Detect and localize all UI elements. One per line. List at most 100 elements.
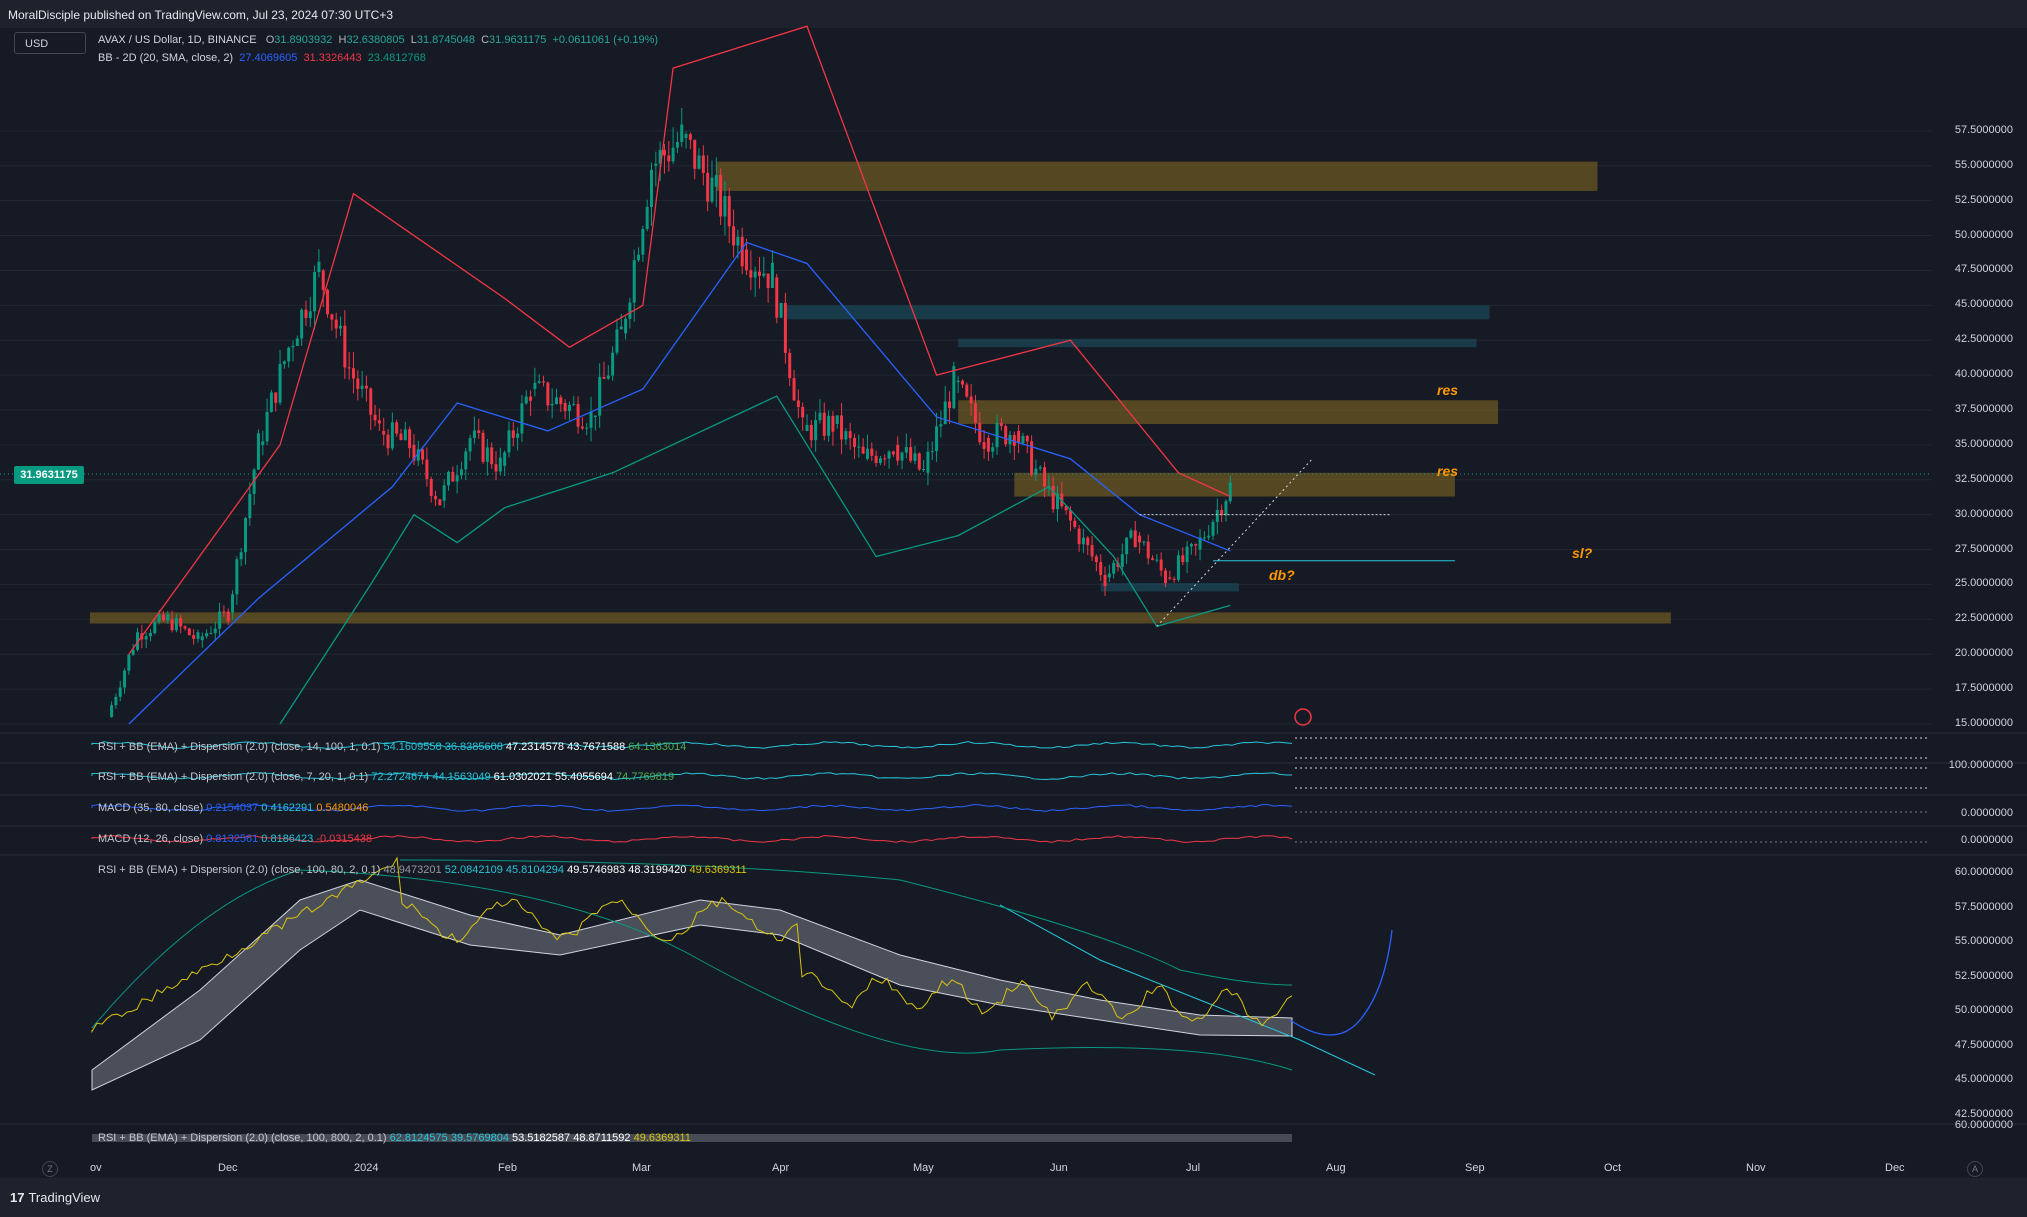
candle-body [226,611,230,622]
candle-body [667,155,671,162]
candle-body [1125,537,1129,555]
candle-body [304,309,308,319]
candle-body [1099,562,1103,576]
candle-body [887,451,891,459]
candle-body [261,441,265,445]
candle-body [161,614,165,621]
candle-body [308,311,312,319]
timezone-button[interactable]: Z [42,1161,58,1177]
candle-body [714,175,718,187]
tradingview-logo[interactable]: 17 TradingView [10,1190,100,1205]
candle-body [982,442,986,449]
rsi3-name[interactable]: RSI + BB (EMA) + Dispersion (2.0) (close… [98,864,380,876]
auto-scale-button[interactable]: A [1967,1161,1983,1177]
candle-body [321,270,325,290]
candle-body [382,430,386,435]
candle-body [429,479,433,496]
candle-body [537,381,541,383]
candle-body [580,426,584,429]
rsi3-v0: 48.9473201 [383,864,442,876]
candle-body [235,559,239,595]
candle-body [364,385,368,389]
candle-body [503,452,507,466]
candle-body [1077,528,1081,545]
annotation-sl: sl? [1572,545,1593,561]
candle-body [520,403,524,434]
candle-body [680,124,684,143]
candle-body [848,431,852,438]
candle-body [295,338,299,346]
candle-body [157,614,161,623]
candle-body [274,392,278,403]
candle-body [455,475,459,482]
candle-body [965,384,969,397]
annotation-db: db? [1269,567,1295,583]
candle-body [403,429,407,441]
candle-body [801,406,805,418]
price-axis-label: 20.0000000 [1954,647,2013,660]
time-axis-label: Aug [1326,1162,1346,1174]
time-axis-label: Apr [772,1162,790,1174]
time-axis[interactable]: ov Dec 2024 Feb Mar Apr May Jun Jul Aug Sep Oct Nov D… [0,1158,2027,1178]
price-chart[interactable] [0,0,2027,1217]
candle-body [896,444,900,461]
rsi4-axis-label: 60.0000000 [1954,1119,2013,1131]
rsi1-name[interactable]: RSI + BB (EMA) + Dispersion (2.0) (close… [98,741,380,753]
candle-body [999,422,1003,427]
last-price-tag: 31.9631175 [14,466,84,484]
candle-body [956,380,960,383]
price-axis-label: 27.5000000 [1954,542,2013,555]
candle-body [1163,570,1167,584]
candle-body [114,696,118,706]
candle-body [490,447,494,465]
candle-body [1159,559,1163,571]
macd1-legend: MACD (35, 80, close) 0.2154037 0.4162291… [98,802,368,814]
candle-body [339,325,343,329]
candle-body [1073,520,1077,527]
chart-grid [0,130,1932,725]
candle-body [1081,537,1085,545]
candle-body [516,433,520,438]
rsi3-axis-label: 45.0000000 [1954,1073,2013,1085]
price-axis-label: 55.0000000 [1954,158,2013,171]
candle-body [606,375,610,379]
candle-body [857,446,861,448]
rsi4-name[interactable]: RSI + BB (EMA) + Dispersion (2.0) (close… [98,1132,387,1144]
rsi4-v4: 48.8711592 [573,1132,631,1144]
rsi2-name[interactable]: RSI + BB (EMA) + Dispersion (2.0) (close… [98,771,368,783]
candle-body [239,552,243,560]
candle-body [878,458,882,463]
price-axis[interactable]: 57.5000000 55.0000000 52.5000000 50.0000000… [1932,28,2027,1158]
time-axis-label: Feb [498,1162,517,1174]
candle-body [844,431,848,440]
zone-rect [716,161,1598,191]
candle-body [796,400,800,407]
candle-body [1194,544,1198,546]
rsi1-v1: 54.1609558 [383,741,442,753]
candle-body [472,430,476,438]
candle-body [650,169,654,207]
candle-body [909,447,913,461]
candle-body [1172,578,1176,580]
candle-body [809,424,813,441]
macd2-name[interactable]: MACD (12, 26, close) [98,833,203,845]
macd2-axis-label: 0.0000000 [1961,834,2013,846]
macd2-legend: MACD (12, 26, close) 0.8132561 0.8186423… [98,833,372,845]
macd1-name[interactable]: MACD (35, 80, close) [98,802,203,814]
candle-body [507,430,511,453]
candle-body [1086,537,1090,546]
candle-body [710,177,714,202]
macd2-v1: 0.8132561 [206,833,259,845]
candle-body [948,401,952,409]
time-axis-label: Nov [1746,1162,1766,1174]
candle-body [831,415,835,432]
zone-layer [90,161,1671,624]
candle-body [408,429,412,449]
candle-body [732,226,736,246]
candle-body [529,396,533,401]
candle-body [300,309,304,339]
rsi3-axis-label: 52.5000000 [1954,969,2013,982]
candle-body [144,636,148,640]
candle-body [153,622,157,634]
candle-body [602,377,606,379]
